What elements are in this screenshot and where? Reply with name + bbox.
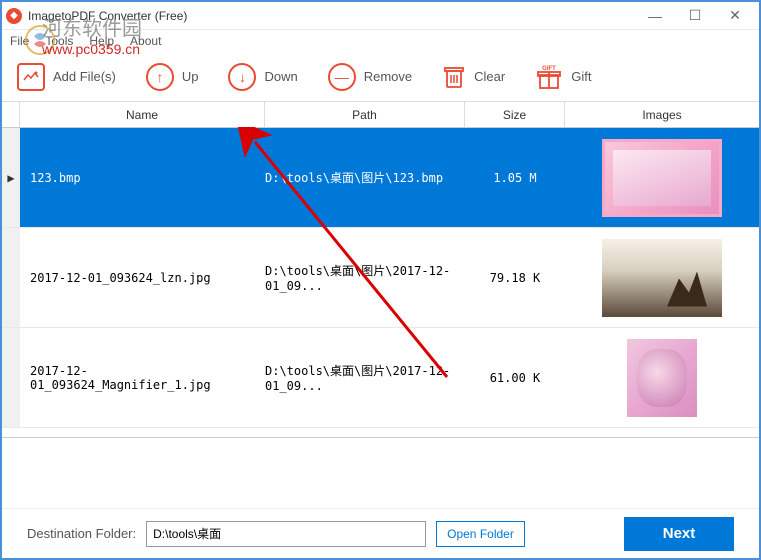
up-label: Up bbox=[182, 69, 199, 84]
destination-label: Destination Folder: bbox=[27, 526, 136, 541]
column-path[interactable]: Path bbox=[265, 102, 465, 127]
clear-label: Clear bbox=[474, 69, 505, 84]
cell-name: 2017-12-01_093624_Magnifier_1.jpg bbox=[20, 364, 265, 392]
table-row[interactable]: 2017-12-01_093624_lzn.jpg D:\tools\桌面\图片… bbox=[2, 228, 759, 328]
trash-icon bbox=[442, 63, 466, 91]
add-files-icon bbox=[17, 63, 45, 91]
window-title: ImagetoPDF Converter (Free) bbox=[28, 9, 635, 23]
thumbnail bbox=[627, 339, 697, 417]
cell-path: D:\tools\桌面\图片\2017-12-01_09... bbox=[265, 362, 465, 393]
up-button[interactable]: ↑ Up bbox=[146, 63, 199, 91]
cell-size: 61.00 K bbox=[465, 371, 565, 385]
row-marker: ▶ bbox=[2, 128, 20, 227]
footer: Destination Folder: Open Folder Next bbox=[2, 508, 759, 558]
column-images[interactable]: Images bbox=[565, 102, 759, 127]
menu-about[interactable]: About bbox=[130, 34, 161, 48]
table-header: Name Path Size Images bbox=[2, 102, 759, 128]
window-controls: — ☐ ✕ bbox=[635, 4, 755, 28]
add-files-label: Add File(s) bbox=[53, 69, 116, 84]
clear-button[interactable]: Clear bbox=[442, 63, 505, 91]
table-row[interactable]: 2017-12-01_093624_Magnifier_1.jpg D:\too… bbox=[2, 328, 759, 428]
remove-label: Remove bbox=[364, 69, 412, 84]
cell-images bbox=[565, 339, 759, 417]
menu-file[interactable]: File bbox=[10, 34, 29, 48]
cell-path: D:\tools\桌面\图片\2017-12-01_09... bbox=[265, 262, 465, 293]
column-size[interactable]: Size bbox=[465, 102, 565, 127]
up-icon: ↑ bbox=[146, 63, 174, 91]
table-row[interactable]: ▶ 123.bmp D:\tools\桌面\图片\123.bmp 1.05 M bbox=[2, 128, 759, 228]
remove-button[interactable]: — Remove bbox=[328, 63, 412, 91]
app-icon: ◆ bbox=[6, 8, 22, 24]
gift-label: Gift bbox=[571, 69, 591, 84]
down-icon: ↓ bbox=[228, 63, 256, 91]
cell-path: D:\tools\桌面\图片\123.bmp bbox=[265, 169, 465, 186]
row-marker bbox=[2, 228, 20, 327]
down-button[interactable]: ↓ Down bbox=[228, 63, 297, 91]
add-files-button[interactable]: Add File(s) bbox=[17, 63, 116, 91]
destination-input[interactable] bbox=[146, 521, 426, 547]
remove-icon: — bbox=[328, 63, 356, 91]
cell-name: 123.bmp bbox=[20, 171, 265, 185]
toolbar: Add File(s) ↑ Up ↓ Down — Remove Clear G… bbox=[2, 52, 759, 102]
title-bar: ◆ ImagetoPDF Converter (Free) — ☐ ✕ bbox=[2, 2, 759, 30]
svg-text:GIFT: GIFT bbox=[542, 66, 556, 72]
menu-help[interactable]: Help bbox=[89, 34, 114, 48]
cell-name: 2017-12-01_093624_lzn.jpg bbox=[20, 271, 265, 285]
thumbnail bbox=[602, 239, 722, 317]
cell-size: 1.05 M bbox=[465, 171, 565, 185]
open-folder-button[interactable]: Open Folder bbox=[436, 521, 525, 547]
minimize-button[interactable]: — bbox=[635, 4, 675, 28]
gift-button[interactable]: GIFT Gift bbox=[535, 63, 591, 91]
next-button[interactable]: Next bbox=[624, 517, 734, 551]
cell-images bbox=[565, 139, 759, 217]
gift-icon: GIFT bbox=[535, 63, 563, 91]
menu-tools[interactable]: Tools bbox=[45, 34, 73, 48]
column-marker bbox=[2, 102, 20, 127]
table-body: ▶ 123.bmp D:\tools\桌面\图片\123.bmp 1.05 M … bbox=[2, 128, 759, 438]
row-marker bbox=[2, 328, 20, 427]
column-name[interactable]: Name bbox=[20, 102, 265, 127]
close-button[interactable]: ✕ bbox=[715, 4, 755, 28]
down-label: Down bbox=[264, 69, 297, 84]
menu-bar: File Tools Help About bbox=[2, 30, 759, 52]
cell-images bbox=[565, 239, 759, 317]
thumbnail bbox=[602, 139, 722, 217]
cell-size: 79.18 K bbox=[465, 271, 565, 285]
maximize-button[interactable]: ☐ bbox=[675, 4, 715, 28]
